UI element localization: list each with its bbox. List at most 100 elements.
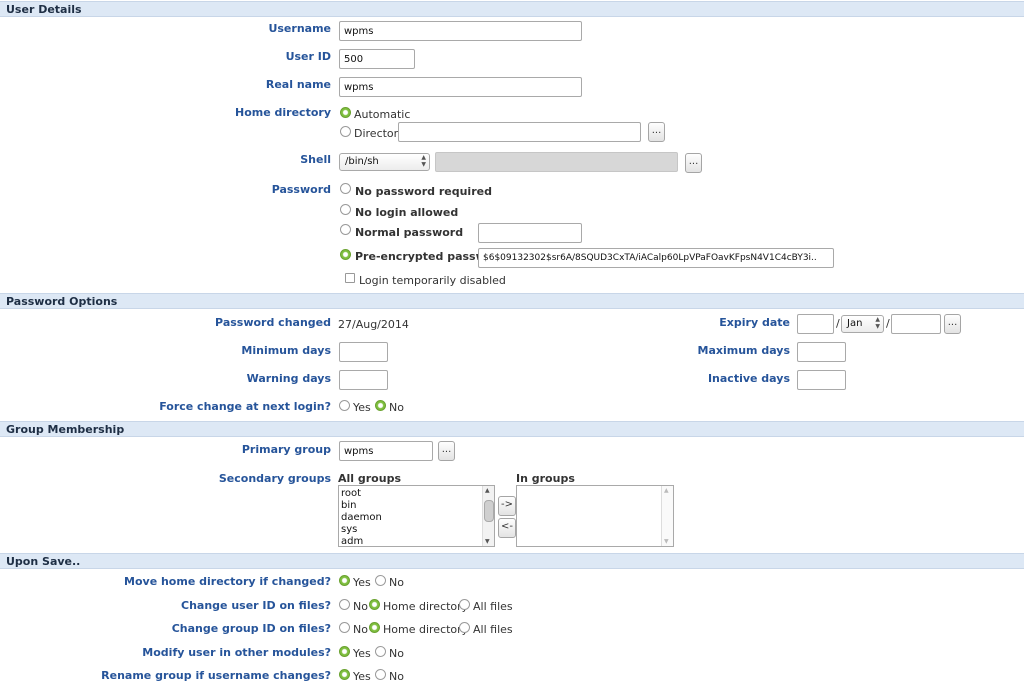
maximum-days-label: Maximum days bbox=[697, 344, 791, 357]
username-input[interactable] bbox=[339, 21, 582, 41]
move-home-yes-label: Yes bbox=[353, 576, 371, 589]
in-groups-scrollbar[interactable]: ▲ ▼ bbox=[661, 486, 673, 546]
select-arrows-icon: ▲ ▼ bbox=[421, 154, 426, 168]
normal-password-input[interactable] bbox=[478, 223, 582, 243]
move-home-no-label: No bbox=[389, 576, 404, 589]
modify-user-no-radio[interactable] bbox=[375, 646, 386, 657]
force-change-yes-radio[interactable] bbox=[339, 400, 350, 411]
list-item[interactable]: daemon bbox=[341, 512, 382, 524]
list-item[interactable]: sys bbox=[341, 524, 382, 536]
expiry-day-input[interactable] bbox=[797, 314, 834, 334]
modify-user-label: Modify user in other modules? bbox=[142, 646, 331, 659]
section-header-user-details: User Details bbox=[0, 1, 1024, 17]
list-item[interactable]: adm bbox=[341, 536, 382, 546]
shell-select[interactable]: /bin/sh ▲ ▼ bbox=[339, 153, 430, 171]
change-uid-all-radio[interactable] bbox=[459, 599, 470, 610]
minimum-days-input[interactable] bbox=[339, 342, 388, 362]
primary-group-browse-button[interactable]: ... bbox=[438, 441, 455, 461]
primary-group-input[interactable] bbox=[339, 441, 433, 461]
in-groups-list[interactable]: ▲ ▼ bbox=[516, 485, 674, 547]
warning-days-input[interactable] bbox=[339, 370, 388, 390]
home-directory-label: Home directory bbox=[235, 106, 331, 119]
force-change-no-radio[interactable] bbox=[375, 400, 386, 411]
change-gid-all-label: All files bbox=[473, 623, 513, 636]
modify-user-yes-label: Yes bbox=[353, 647, 371, 660]
change-gid-home-label: Home directory bbox=[383, 623, 469, 636]
expiry-date-picker-button[interactable]: ... bbox=[944, 314, 961, 334]
modify-user-yes-radio[interactable] bbox=[339, 646, 350, 657]
remove-group-button[interactable]: <- bbox=[498, 518, 516, 538]
primary-group-label: Primary group bbox=[241, 443, 331, 456]
change-gid-no-label: No bbox=[353, 623, 368, 636]
expiry-year-input[interactable] bbox=[891, 314, 941, 334]
change-gid-all-radio[interactable] bbox=[459, 622, 470, 633]
date-separator: / bbox=[836, 317, 840, 330]
inactive-days-label: Inactive days bbox=[707, 372, 790, 385]
real-name-input[interactable] bbox=[339, 77, 582, 97]
change-gid-no-radio[interactable] bbox=[339, 622, 350, 633]
force-change-no-label: No bbox=[389, 401, 404, 414]
change-uid-label: Change user ID on files? bbox=[181, 599, 331, 612]
change-uid-home-radio[interactable] bbox=[369, 599, 380, 610]
list-item[interactable]: root bbox=[341, 488, 382, 500]
section-header-upon-save: Upon Save.. bbox=[0, 553, 1024, 569]
change-uid-no-radio[interactable] bbox=[339, 599, 350, 610]
scroll-down-icon[interactable]: ▼ bbox=[485, 538, 490, 545]
user-id-input[interactable] bbox=[339, 49, 415, 69]
password-changed-label: Password changed bbox=[215, 316, 331, 329]
rename-group-yes-label: Yes bbox=[353, 670, 371, 683]
shell-browse-button[interactable]: ... bbox=[685, 153, 702, 173]
all-groups-list[interactable]: root bin daemon sys adm ▲ ▼ bbox=[338, 485, 495, 547]
change-gid-label: Change group ID on files? bbox=[171, 622, 331, 635]
home-directory-browse-button[interactable]: ... bbox=[648, 122, 665, 142]
all-groups-scrollbar[interactable]: ▲ ▼ bbox=[482, 486, 494, 546]
scroll-down-icon[interactable]: ▼ bbox=[664, 538, 669, 545]
real-name-label: Real name bbox=[265, 78, 331, 91]
home-directory-radio[interactable] bbox=[340, 126, 351, 137]
move-home-no-radio[interactable] bbox=[375, 575, 386, 586]
no-password-label: No password required bbox=[355, 185, 492, 198]
change-gid-home-radio[interactable] bbox=[369, 622, 380, 633]
list-item[interactable]: bin bbox=[341, 500, 382, 512]
change-uid-home-label: Home directory bbox=[383, 600, 469, 613]
inactive-days-input[interactable] bbox=[797, 370, 846, 390]
user-id-label: User ID bbox=[285, 50, 331, 63]
date-separator: / bbox=[886, 317, 890, 330]
move-home-yes-radio[interactable] bbox=[339, 575, 350, 586]
rename-group-yes-radio[interactable] bbox=[339, 669, 350, 680]
pre-encrypted-input[interactable] bbox=[478, 248, 834, 268]
rename-group-no-radio[interactable] bbox=[375, 669, 386, 680]
scrollbar-thumb[interactable] bbox=[484, 500, 494, 522]
scroll-up-icon[interactable]: ▲ bbox=[664, 487, 669, 494]
select-arrows-icon: ▲ ▼ bbox=[875, 316, 880, 330]
no-login-label: No login allowed bbox=[355, 206, 459, 219]
scroll-up-icon[interactable]: ▲ bbox=[485, 487, 490, 494]
maximum-days-input[interactable] bbox=[797, 342, 846, 362]
username-label: Username bbox=[268, 22, 331, 35]
rename-group-label: Rename group if username changes? bbox=[101, 669, 331, 682]
all-groups-heading: All groups bbox=[338, 472, 401, 485]
minimum-days-label: Minimum days bbox=[241, 344, 331, 357]
login-disabled-checkbox[interactable] bbox=[345, 273, 355, 283]
section-header-group-membership: Group Membership bbox=[0, 421, 1024, 437]
password-changed-value: 27/Aug/2014 bbox=[338, 318, 409, 331]
in-groups-heading: In groups bbox=[516, 472, 575, 485]
secondary-groups-label: Secondary groups bbox=[218, 472, 331, 485]
login-disabled-label: Login temporarily disabled bbox=[359, 274, 506, 287]
add-group-button[interactable]: -> bbox=[498, 496, 516, 516]
no-password-radio[interactable] bbox=[340, 183, 351, 194]
force-change-yes-label: Yes bbox=[353, 401, 371, 414]
no-login-radio[interactable] bbox=[340, 204, 351, 215]
warning-days-label: Warning days bbox=[246, 372, 331, 385]
pre-encrypted-radio[interactable] bbox=[340, 249, 351, 260]
change-uid-all-label: All files bbox=[473, 600, 513, 613]
normal-password-radio[interactable] bbox=[340, 224, 351, 235]
home-automatic-radio[interactable] bbox=[340, 107, 351, 118]
shell-other-input bbox=[435, 152, 678, 172]
modify-user-no-label: No bbox=[389, 647, 404, 660]
expiry-date-label: Expiry date bbox=[719, 316, 790, 329]
expiry-month-select[interactable]: Jan ▲ ▼ bbox=[841, 315, 884, 333]
rename-group-no-label: No bbox=[389, 670, 404, 683]
home-automatic-label: Automatic bbox=[354, 108, 411, 121]
home-directory-input[interactable] bbox=[398, 122, 641, 142]
